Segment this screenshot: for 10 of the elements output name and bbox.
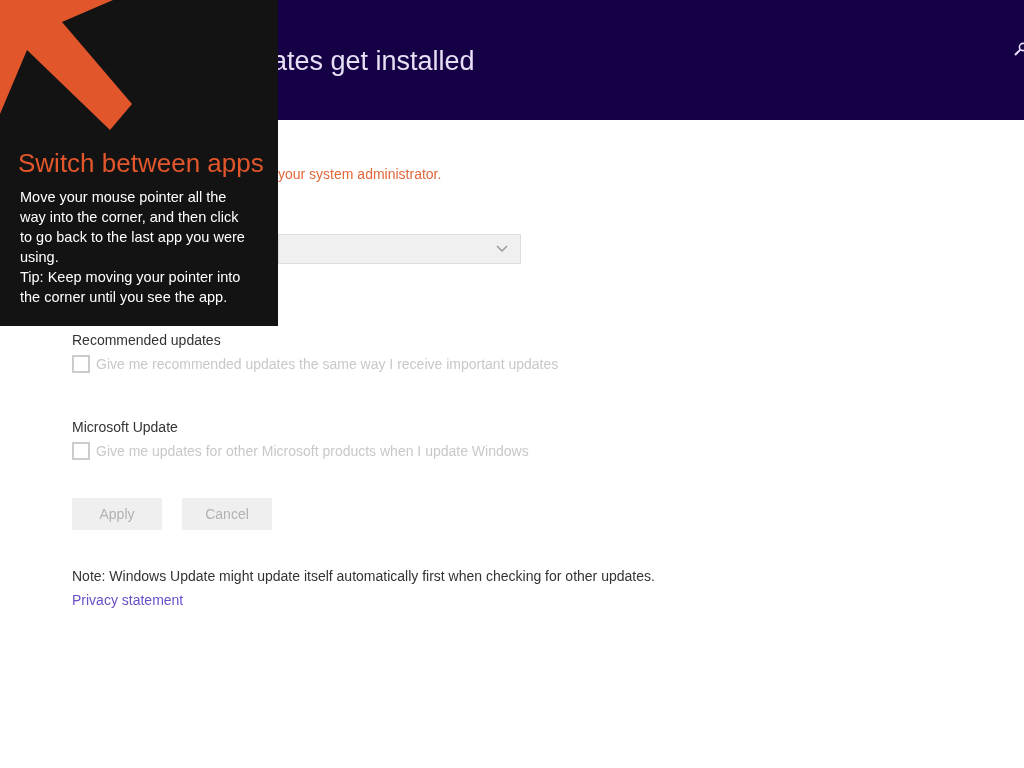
section-heading: Recommended updates [72,331,222,350]
note-text: Note: Windows Update might update itself automatically first when checking for other updates. [72,568,656,584]
arrow-icon [0,0,135,132]
tip-hint: Tip: Keep moving your pointer into the corner until you see the app. [20,268,242,307]
section-heading: Microsoft Update [72,418,179,437]
search-icon[interactable] [1014,42,1024,56]
tip-body: Move your mouse pointer all the way into the corner, and then click to go back to the last app you were using. [20,188,246,267]
chevron-icon [496,245,508,253]
admin-notice: your system administrator. [278,166,443,182]
privacy-link[interactable]: Privacy statement [72,592,184,608]
